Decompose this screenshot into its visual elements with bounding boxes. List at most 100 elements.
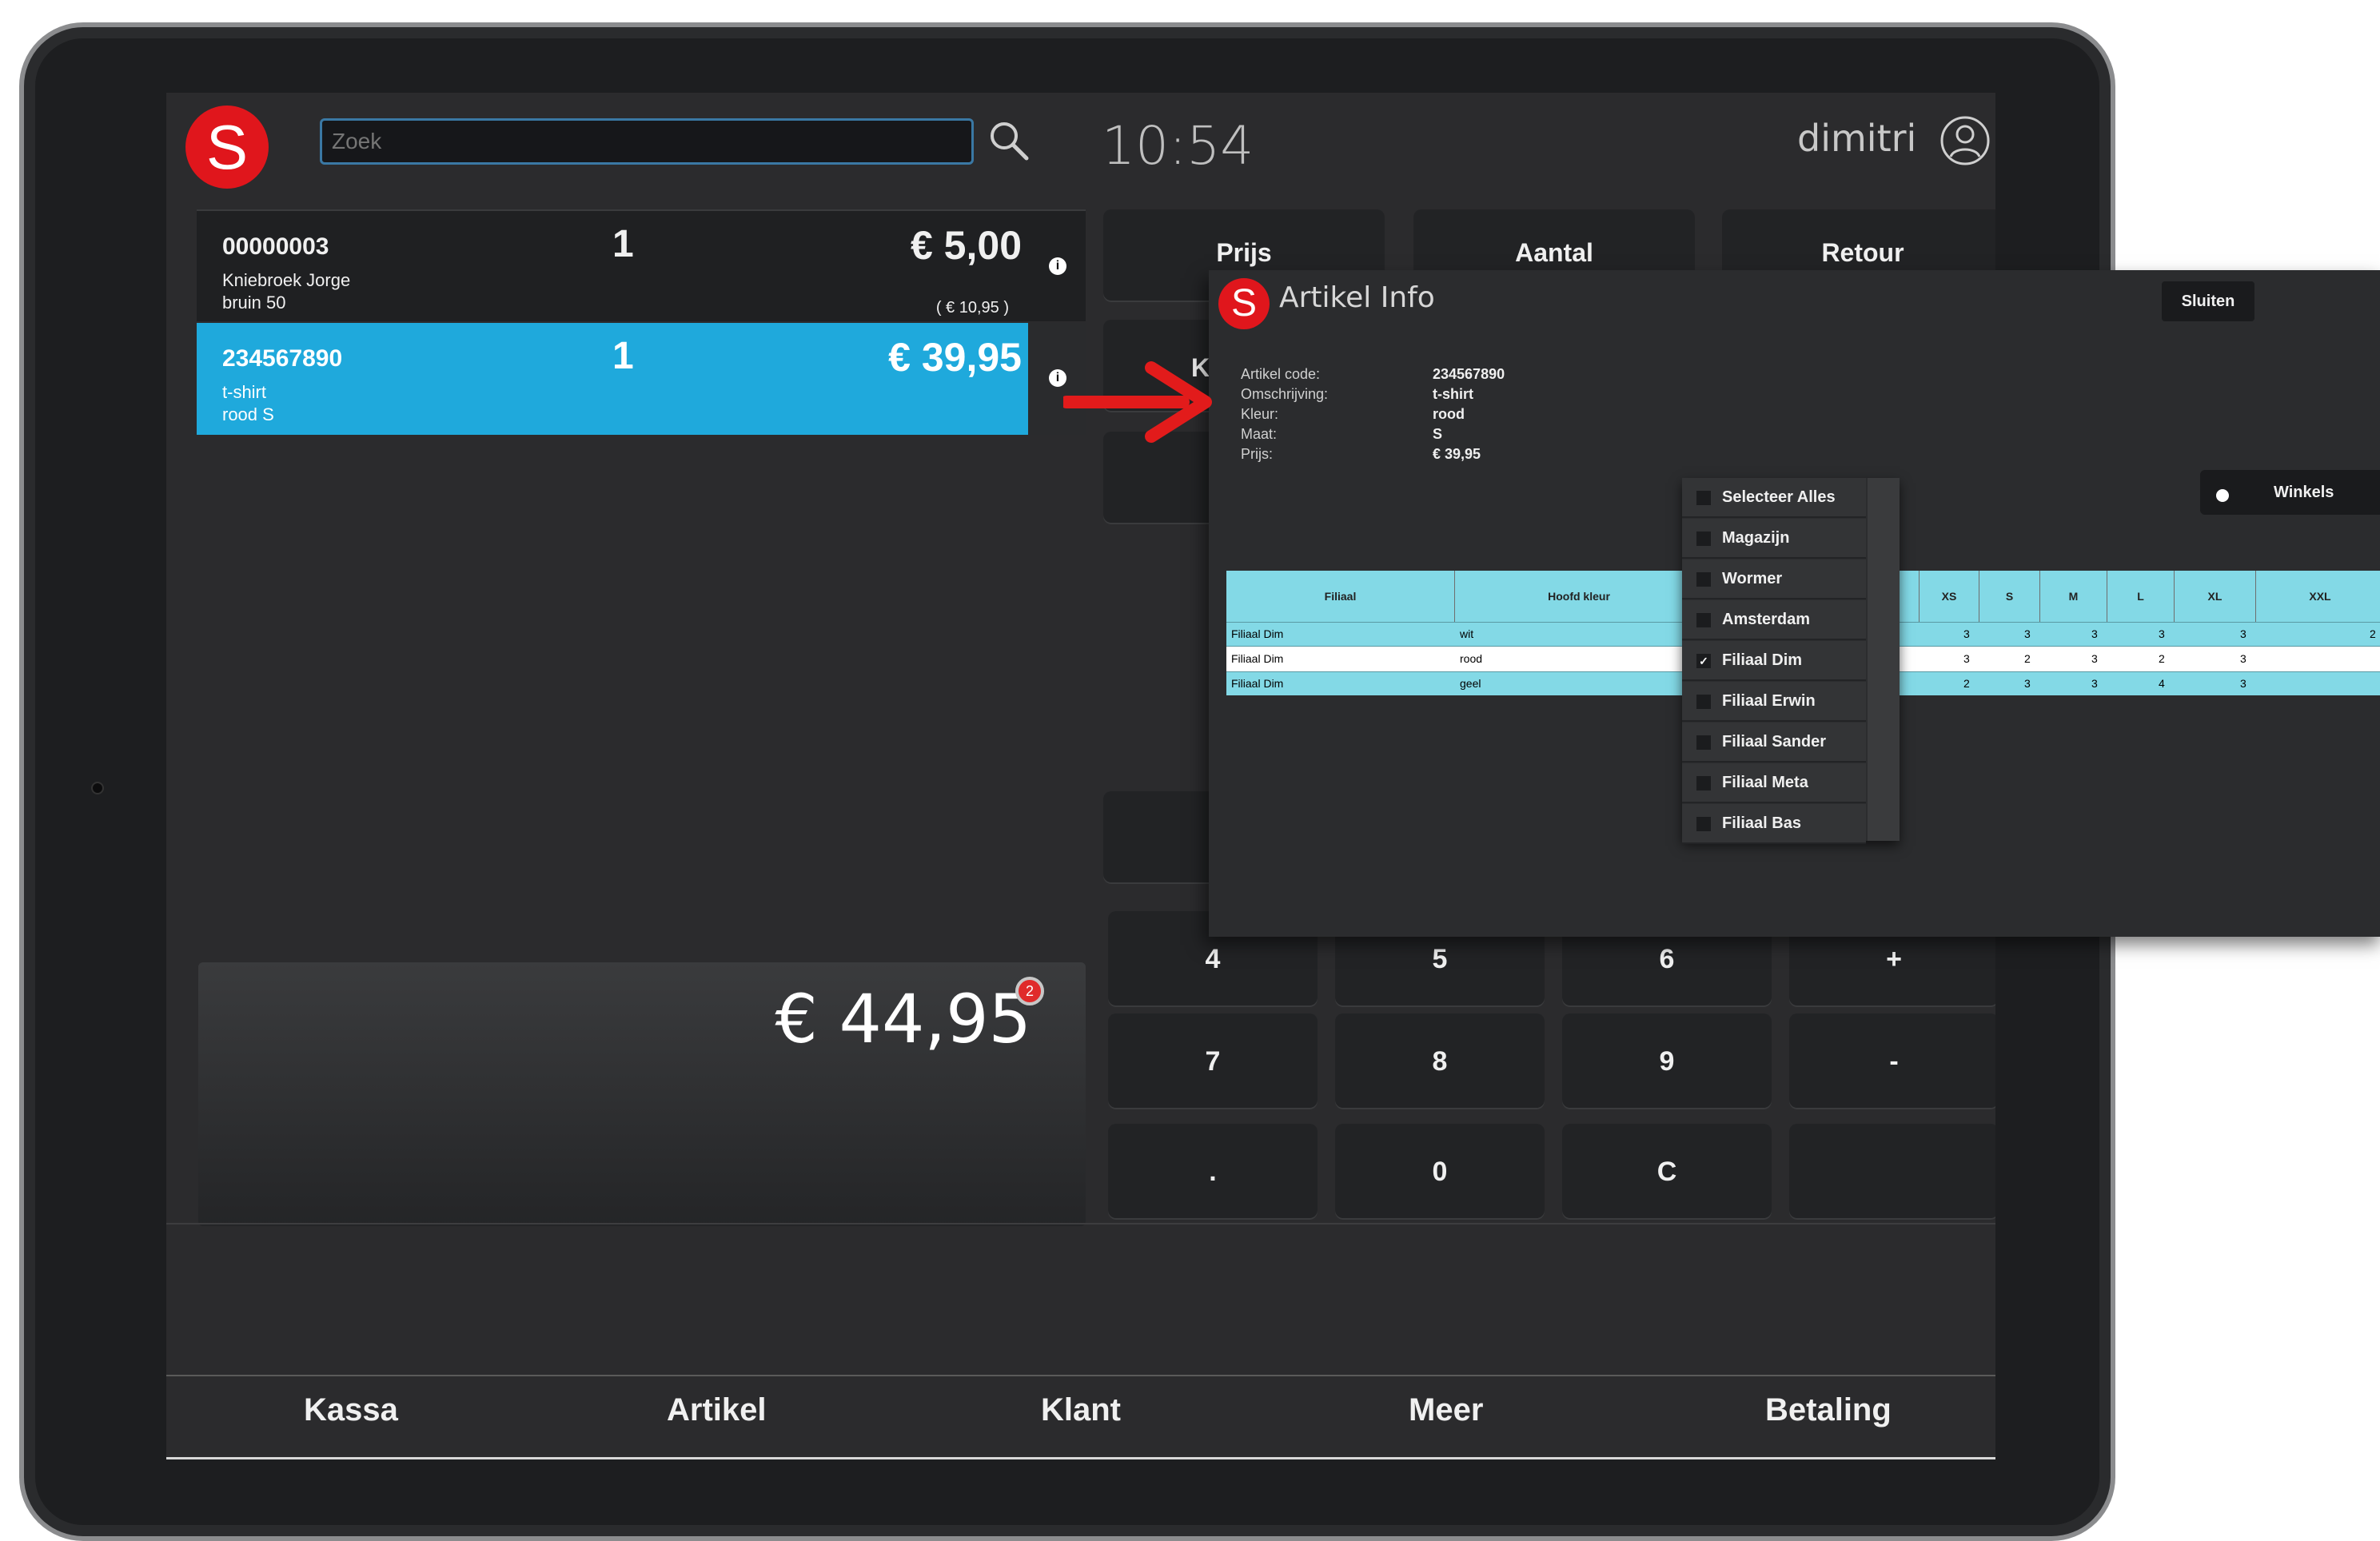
winkels-button[interactable]: Winkels (2200, 470, 2380, 515)
user-name[interactable]: dimitri (1797, 117, 1916, 160)
item-code: 234567890 (222, 345, 343, 372)
store-option-label: Filiaal Erwin (1722, 692, 1816, 710)
grid-header: Filiaal (1226, 571, 1455, 622)
store-option[interactable]: Filiaal Sander (1682, 723, 1866, 763)
item-original-price: ( € 10,95 ) (935, 299, 1009, 317)
checkbox-icon[interactable] (1696, 572, 1711, 587)
store-option[interactable]: Magazijn (1682, 519, 1866, 559)
store-option[interactable]: Selecteer Alles (1682, 478, 1866, 518)
ticket-row-selected[interactable]: 234567890 t-shirt rood S 1 € 39,95 i (197, 323, 1086, 435)
item-quantity: 1 (612, 223, 634, 265)
close-button[interactable]: Sluiten (2162, 281, 2254, 321)
key-decimal[interactable]: . (1108, 1124, 1318, 1220)
grid-cell: rood (1460, 652, 1483, 665)
grid-cell: 3 (2240, 627, 2246, 640)
grid-cell: 2 (2159, 652, 2165, 665)
store-option[interactable]: Filiaal Bas (1682, 804, 1866, 844)
dialog-logo: S (1218, 278, 1270, 329)
dialog-title: Artikel Info (1279, 281, 1435, 314)
scrollbar[interactable] (1868, 478, 1900, 841)
camera-icon (91, 782, 104, 794)
bottom-nav: Kassa Artikel Klant Meer Betaling (166, 1375, 1995, 1459)
item-variant: rood S (222, 404, 274, 424)
grid-cell: 3 (2091, 652, 2098, 665)
store-option[interactable]: ✓ Filiaal Dim (1682, 641, 1866, 681)
store-option-label: Selecteer Alles (1722, 488, 1836, 506)
checkbox-icon[interactable] (1696, 735, 1711, 750)
grid-cell: 2 (1963, 677, 1970, 690)
store-option[interactable]: Filiaal Meta (1682, 763, 1866, 803)
checkbox-checked-icon[interactable]: ✓ (1696, 654, 1711, 668)
item-price: € 5,00 (910, 223, 1022, 268)
artikel-info-dialog: S Artikel Info Sluiten Artikel code: Oms… (1209, 270, 2380, 937)
ticket-row[interactable]: 00000003 Kniebroek Jorge bruin 50 1 € 5,… (197, 209, 1086, 321)
item-quantity: 1 (612, 335, 634, 377)
store-option-label: Magazijn (1722, 529, 1790, 547)
nav-meer[interactable]: Meer (1409, 1392, 1483, 1428)
grid-cell: 4 (2159, 677, 2165, 690)
key-7[interactable]: 7 (1108, 1013, 1318, 1109)
key-clear[interactable]: C (1562, 1124, 1772, 1220)
item-description: t-shirt (222, 382, 266, 402)
info-label: Artikel code: (1241, 366, 1321, 382)
info-label: Kleur: (1241, 406, 1279, 422)
user-icon[interactable] (1939, 115, 1991, 166)
info-button[interactable]: i (1028, 211, 1086, 323)
store-dropdown[interactable]: Selecteer Alles Magazijn Wormer Amsterdam ✓ F… (1682, 478, 1900, 844)
checkbox-icon[interactable] (1696, 695, 1711, 709)
grid-cell: 3 (2091, 677, 2098, 690)
key-blank[interactable] (1789, 1124, 1995, 1220)
info-value: € 39,95 (1433, 446, 1481, 462)
key-9[interactable]: 9 (1562, 1013, 1772, 1109)
grid-header: M (2040, 571, 2107, 622)
nav-klant[interactable]: Klant (1041, 1392, 1121, 1428)
checkbox-icon[interactable] (1696, 491, 1711, 505)
radio-icon (2213, 486, 2232, 505)
store-option-label: Filiaal Dim (1722, 651, 1803, 669)
checkbox-icon[interactable] (1696, 613, 1711, 627)
checkbox-icon[interactable] (1696, 776, 1711, 790)
grid-header: XXL (2256, 571, 2380, 622)
store-option-label: Amsterdam (1722, 611, 1811, 628)
winkels-label: Winkels (2274, 484, 2334, 501)
total-amount: € 44,95 (775, 980, 1031, 1058)
search-input[interactable] (320, 118, 974, 165)
nav-betaling[interactable]: Betaling (1765, 1392, 1892, 1428)
clock: 10:54 (1102, 115, 1254, 177)
info-value: 234567890 (1433, 366, 1505, 382)
grid-cell: 3 (2240, 652, 2246, 665)
key-minus[interactable]: - (1789, 1013, 1995, 1109)
grid-cell: 2 (2370, 627, 2376, 640)
grid-header: L (2107, 571, 2175, 622)
nav-kassa[interactable]: Kassa (304, 1392, 398, 1428)
checkbox-icon[interactable] (1696, 532, 1711, 546)
grid-cell: geel (1460, 677, 1481, 690)
grid-header: S (1979, 571, 2040, 622)
checkbox-icon[interactable] (1696, 817, 1711, 831)
grid-cell: Filiaal Dim (1231, 652, 1284, 665)
grid-cell: Filiaal Dim (1231, 627, 1284, 640)
info-label: Omschrijving: (1241, 386, 1329, 402)
grid-cell: wit (1460, 627, 1474, 640)
grid-cell: 2 (2024, 652, 2031, 665)
grid-cell: 3 (2240, 677, 2246, 690)
store-option-label: Filiaal Sander (1722, 733, 1827, 751)
info-label: Maat: (1241, 426, 1278, 442)
item-description: Kniebroek Jorge (222, 270, 351, 290)
nav-artikel[interactable]: Artikel (667, 1392, 767, 1428)
grid-header: XL (2175, 571, 2256, 622)
grid-cell: 3 (2024, 627, 2031, 640)
store-option-label: Filiaal Meta (1722, 774, 1808, 791)
item-code: 00000003 (222, 233, 329, 260)
search-icon[interactable] (985, 117, 1033, 165)
grid-cell: 3 (2159, 627, 2165, 640)
grid-header: Hoofd kleur (1455, 571, 1703, 622)
key-0[interactable]: 0 (1335, 1124, 1545, 1220)
store-option[interactable]: Wormer (1682, 559, 1866, 599)
info-value: rood (1433, 406, 1465, 422)
key-8[interactable]: 8 (1335, 1013, 1545, 1109)
grid-cell: 3 (1963, 652, 1970, 665)
store-option[interactable]: Filiaal Erwin (1682, 682, 1866, 722)
store-option[interactable]: Amsterdam (1682, 600, 1866, 640)
grid-cell: 3 (1963, 627, 1970, 640)
